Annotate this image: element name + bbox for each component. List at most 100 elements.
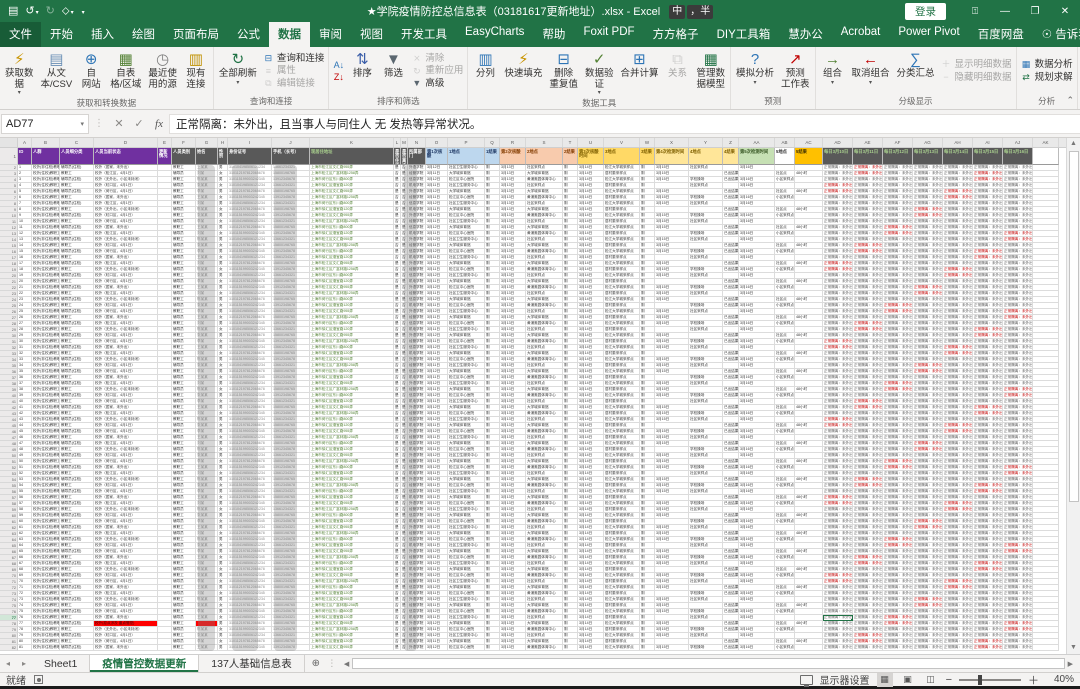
cell-T82[interactable]: 阴: [563, 645, 578, 651]
forecast-sheet-button[interactable]: ↗预测 工作表: [778, 48, 813, 95]
normal-view-icon[interactable]: ▦: [877, 673, 893, 687]
column-header-P[interactable]: P: [448, 138, 485, 147]
from-table-range-button[interactable]: ▦自表 格/区域: [107, 48, 144, 97]
minimize-icon[interactable]: —: [990, 0, 1020, 22]
column-header-W[interactable]: W: [640, 138, 655, 147]
column-header-AK[interactable]: AK: [1033, 138, 1059, 147]
cell-Q82[interactable]: 阴: [485, 645, 500, 651]
column-header-AE[interactable]: AE: [853, 138, 883, 147]
get-data-button[interactable]: ⚡获取数 据▾: [2, 48, 37, 97]
tab-审阅[interactable]: 审阅: [310, 22, 351, 47]
column-header-Y[interactable]: Y: [689, 138, 723, 147]
tab-插入[interactable]: 插入: [82, 22, 123, 47]
scroll-up-icon[interactable]: ▲: [1070, 138, 1077, 150]
formula-input[interactable]: 正常隔离：未外出，且当事人与同住人 无 发热等异常状况。: [169, 114, 1080, 134]
sort-ascending-button[interactable]: A↓: [333, 61, 344, 71]
scroll-right-icon[interactable]: ▶: [1065, 660, 1076, 668]
column-header-AJ[interactable]: AJ: [1003, 138, 1033, 147]
cell-A82[interactable]: 81: [18, 645, 32, 651]
zoom-slider[interactable]: [959, 679, 1021, 681]
cell-AF82[interactable]: 正常隔离：未外出，且当事人与同住人 无 发热等异常状况。: [883, 645, 913, 651]
column-header-G[interactable]: G: [196, 138, 218, 147]
cell-AA82[interactable]: 3月16日: [739, 645, 775, 651]
cell-E82[interactable]: [158, 645, 172, 651]
remove-duplicates-button[interactable]: ⊟删除 重复值: [546, 48, 581, 97]
column-header-Q[interactable]: Q: [485, 138, 500, 147]
cell-O82[interactable]: 3月12日: [426, 645, 448, 651]
column-header-A[interactable]: A: [18, 138, 32, 147]
cell-AC82[interactable]: [795, 645, 823, 651]
tab-公式[interactable]: 公式: [228, 22, 269, 47]
tab-开始[interactable]: 开始: [41, 22, 82, 47]
sheet-nav-prev-icon[interactable]: ◂: [0, 655, 16, 672]
tab-scroll-divider[interactable]: ⋮: [327, 655, 337, 672]
page-layout-view-icon[interactable]: ▣: [900, 673, 916, 687]
column-header-Z[interactable]: Z: [723, 138, 739, 147]
column-header-U[interactable]: U: [578, 138, 604, 147]
column-header-AD[interactable]: AD: [823, 138, 853, 147]
ime-language-badge[interactable]: 中: [669, 5, 685, 19]
customize-qat-icon[interactable]: ▾: [81, 6, 85, 17]
cell-W82[interactable]: 阴: [640, 645, 655, 651]
column-header-L[interactable]: L: [394, 138, 401, 147]
tab-视图[interactable]: 视图: [351, 22, 392, 47]
tab-数据[interactable]: 数据: [269, 22, 310, 47]
cell-L82[interactable]: 是: [394, 645, 401, 651]
touch-mode-icon[interactable]: ⬦▾: [62, 6, 74, 17]
sort-button[interactable]: ⇅排序: [347, 48, 377, 95]
column-header-M[interactable]: M: [401, 138, 408, 147]
existing-connections-button[interactable]: ▥现有 连接: [181, 48, 211, 97]
cell-K82[interactable]: 上海市松江区文汇路955弄: [310, 645, 394, 651]
fill-handle[interactable]: [851, 619, 854, 622]
column-header-AC[interactable]: AC: [795, 138, 823, 147]
cell-S82[interactable]: 黄浦奥园体育中心: [526, 645, 563, 651]
tab-百度网盘[interactable]: 百度网盘: [969, 22, 1033, 47]
cell-H82[interactable]: 男: [218, 645, 228, 651]
cell-P82[interactable]: 松江区中心医院: [448, 645, 485, 651]
cell-X82[interactable]: 3月15日: [655, 645, 689, 651]
column-header-H[interactable]: H: [218, 138, 228, 147]
restore-icon[interactable]: ❐: [1020, 0, 1050, 22]
cell-D82[interactable]: 校外（居家，未外出）: [94, 645, 158, 651]
column-header-AF[interactable]: AF: [883, 138, 913, 147]
text-to-columns-button[interactable]: ▥分列: [470, 48, 500, 97]
tab-Acrobat[interactable]: Acrobat: [832, 22, 890, 47]
zoom-in-icon[interactable]: ＋: [1028, 672, 1039, 688]
collapse-ribbon-icon[interactable]: ⌃: [1066, 95, 1074, 106]
tab-文件[interactable]: 文件: [0, 22, 41, 47]
page-break-view-icon[interactable]: ◫: [923, 673, 939, 687]
horizontal-scroll-thumb[interactable]: [352, 658, 1064, 669]
column-header-AI[interactable]: AI: [973, 138, 1003, 147]
column-header-E[interactable]: E: [158, 138, 172, 147]
column-header-K[interactable]: K: [310, 138, 394, 147]
close-icon[interactable]: ✕: [1050, 0, 1080, 22]
tab-慧办公[interactable]: 慧办公: [779, 22, 832, 47]
add-sheet-icon[interactable]: ⊕: [305, 655, 327, 672]
vertical-scroll-thumb[interactable]: [1069, 151, 1079, 502]
scroll-left-icon[interactable]: ◀: [341, 660, 352, 668]
column-header-O[interactable]: O: [426, 138, 448, 147]
ribbon-display-options-icon[interactable]: ⍐: [960, 0, 990, 22]
row-number[interactable]: 1: [0, 148, 18, 165]
insert-function-icon[interactable]: fx: [149, 118, 169, 130]
queries-connections-button[interactable]: ⊟查询和连接: [263, 54, 325, 64]
cell-AG82[interactable]: 正常隔离：未外出，且当事人与同住人 无 发热等异常状况。: [913, 645, 943, 651]
from-text-csv-button[interactable]: ▤从文 本/CSV: [38, 48, 76, 97]
column-header-AH[interactable]: AH: [943, 138, 973, 147]
recent-sources-button[interactable]: ◷最近使 用的源: [145, 48, 180, 97]
group-button[interactable]: →组合▾: [818, 48, 848, 95]
manage-data-model-button[interactable]: ▦管理数 据模型: [693, 48, 728, 97]
select-all-corner[interactable]: [0, 138, 18, 147]
tab-页面布局[interactable]: 页面布局: [164, 22, 228, 47]
cell-AB82[interactable]: 小区采样点: [775, 645, 795, 651]
save-icon[interactable]: ▤: [8, 6, 18, 17]
ungroup-button[interactable]: ←取消组合▾: [849, 48, 893, 95]
macro-record-icon[interactable]: [34, 675, 43, 684]
cell-C82[interactable]: 辅导员(住校): [60, 645, 94, 651]
cancel-icon[interactable]: ✕: [109, 117, 129, 130]
from-web-button[interactable]: ⊕自 网站: [76, 48, 106, 97]
column-header-T[interactable]: T: [563, 138, 578, 147]
column-header-I[interactable]: I: [228, 138, 272, 147]
column-header-J[interactable]: J: [272, 138, 310, 147]
undo-icon[interactable]: ↺▾: [25, 6, 38, 17]
